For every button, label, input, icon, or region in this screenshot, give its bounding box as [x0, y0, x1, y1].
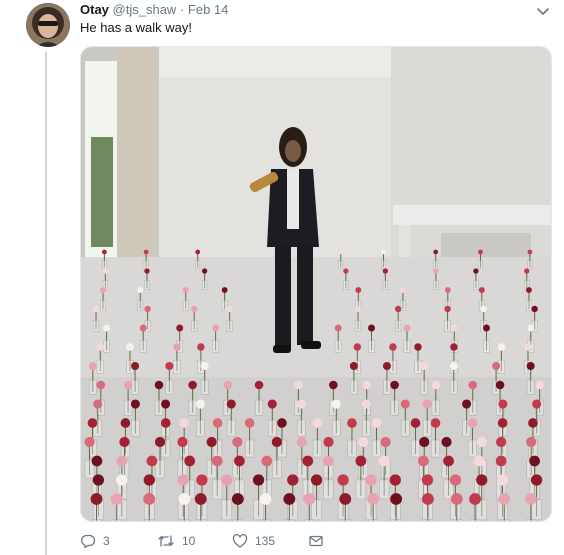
- reply-icon: [81, 534, 96, 549]
- direct-message-icon: [309, 535, 323, 547]
- display-name[interactable]: Otay: [80, 2, 109, 17]
- like-count: 135: [255, 534, 276, 548]
- avatar-image: [26, 3, 70, 47]
- like-icon: [232, 533, 248, 548]
- tweet-media[interactable]: [80, 46, 552, 522]
- direct-message-button[interactable]: [308, 528, 331, 554]
- tweet-date[interactable]: Feb 14: [188, 2, 228, 17]
- avatar[interactable]: [26, 3, 70, 47]
- tweet-actions: 3 10 135: [80, 528, 520, 554]
- like-button[interactable]: 135: [232, 528, 275, 554]
- separator: ·: [179, 2, 185, 17]
- retweet-icon: [158, 535, 174, 547]
- retweet-count: 10: [182, 534, 196, 548]
- reply-count: 3: [103, 534, 110, 548]
- tweet-text: He has a walk way!: [80, 20, 192, 35]
- chevron-down-icon[interactable]: [536, 4, 550, 18]
- retweet-button[interactable]: 10: [157, 528, 195, 554]
- user-handle[interactable]: @tjs_shaw: [113, 2, 177, 17]
- thread-line: [45, 52, 47, 555]
- reply-button[interactable]: 3: [80, 528, 110, 554]
- media-image: [81, 47, 551, 521]
- tweet-header: Otay @tjs_shaw · Feb 14: [80, 2, 228, 18]
